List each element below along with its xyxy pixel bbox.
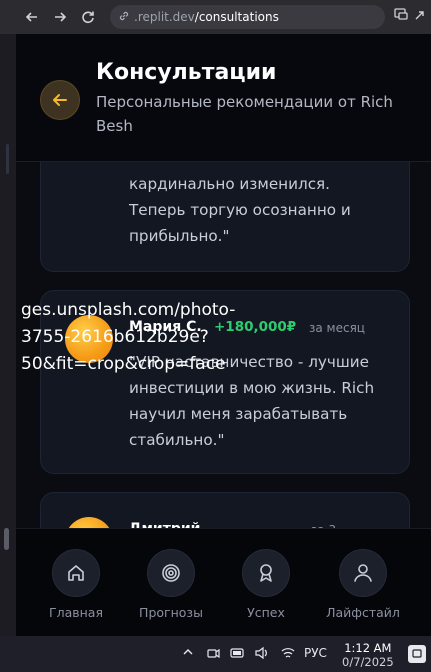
nav-label: Прогнозы — [139, 605, 203, 620]
url-path: /consultations — [194, 10, 279, 24]
clock-time: 1:12 AM — [344, 641, 392, 655]
page-header: Консультации Персональные рекомендации о… — [16, 34, 431, 162]
user-icon — [339, 549, 387, 597]
back-arrow-icon[interactable] — [20, 5, 44, 29]
rail-scroll-handle[interactable] — [4, 528, 9, 550]
address-bar[interactable]: .replit.dev/consultations — [110, 5, 385, 29]
alt-line: 3755-2616b612b29e? — [21, 327, 209, 347]
app-viewport: кардинально изменился. Теперь торгую осо… — [16, 34, 431, 636]
screenshot-icon[interactable] — [393, 6, 409, 26]
url-host: .replit.dev — [134, 10, 195, 24]
alt-line: ges.unsplash.com/photo- — [21, 300, 236, 320]
nav-item-lifestyle[interactable]: Лайфстайл — [315, 549, 411, 620]
nav-label: Лайфстайл — [326, 605, 400, 620]
back-button[interactable] — [40, 80, 80, 120]
page-title: Консультации — [96, 60, 277, 85]
browser-side-rail — [0, 34, 16, 636]
broken-image-alt-text: ges.unsplash.com/photo- 3755-2616b612b29… — [21, 297, 321, 378]
battery-icon[interactable] — [230, 646, 246, 664]
browser-toolbar: .replit.dev/consultations — [0, 0, 431, 34]
page-subtitle: Персональные рекомендации от Rich Besh — [96, 93, 393, 135]
award-icon — [242, 549, 290, 597]
camera-icon[interactable] — [206, 646, 220, 664]
nav-label: Успех — [247, 605, 285, 620]
system-clock[interactable]: 1:12 AM 0/7/2025 — [342, 641, 394, 669]
bottom-navigation: Главная Прогнозы Успех Лайфстайл — [16, 528, 431, 636]
nav-label: Главная — [49, 605, 103, 620]
alt-line: 50&fit=crop&crop=face — [21, 354, 226, 374]
nav-item-home[interactable]: Главная — [28, 549, 124, 620]
nav-item-success[interactable]: Успех — [218, 549, 314, 620]
target-icon — [147, 549, 195, 597]
testimonial-card: Мария С. +180,000₽ за месяц "VIP наставн… — [21, 290, 410, 474]
wifi-icon[interactable] — [280, 646, 296, 664]
forward-arrow-icon[interactable] — [48, 5, 72, 29]
testimonial-quote: кардинально изменился. Теперь торгую осо… — [129, 175, 351, 245]
home-icon — [52, 549, 100, 597]
language-indicator[interactable]: РУС — [304, 646, 327, 660]
share-icon[interactable] — [413, 6, 429, 26]
speaker-icon[interactable] — [254, 646, 270, 664]
os-taskbar: РУС 1:12 AM 0/7/2025 — [0, 636, 431, 672]
rail-indicator — [6, 144, 9, 174]
notification-icon[interactable] — [408, 645, 426, 663]
nav-item-forecasts[interactable]: Прогнозы — [123, 549, 219, 620]
reload-icon[interactable] — [76, 5, 100, 29]
link-icon — [118, 10, 130, 25]
arrow-left-icon — [53, 94, 67, 106]
clock-date: 0/7/2025 — [342, 655, 394, 669]
chevron-up-icon[interactable] — [182, 646, 194, 662]
